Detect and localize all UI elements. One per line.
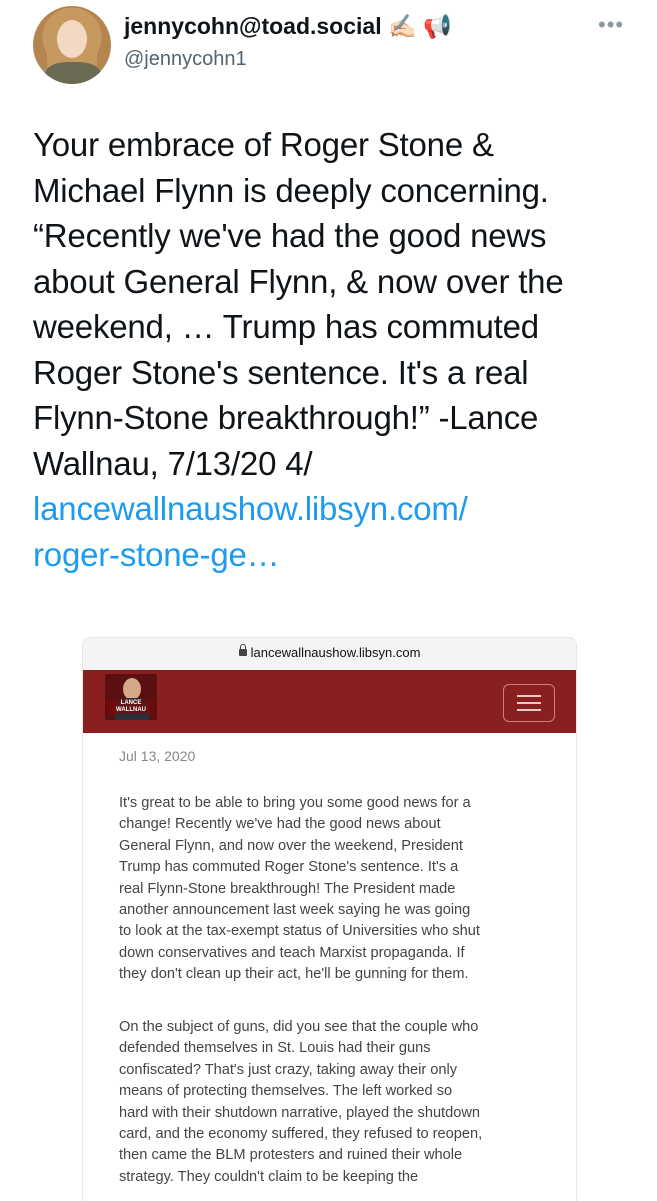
article-line: General Flynn, and now over the weekend,… xyxy=(119,837,463,854)
article-paragraph: It's great to be able to bring you some … xyxy=(119,793,559,986)
article-line: confiscated? That's just crazy, taking a… xyxy=(119,1061,458,1078)
article-line: real Flynn-Stone breakthrough! The Presi… xyxy=(119,880,456,897)
tweet-line: Flynn-Stone breakthrough!” -Lance xyxy=(33,399,539,436)
tweet-line: “Recently we've had the good news xyxy=(33,217,547,254)
article-line: defended themselves in St. Louis had the… xyxy=(119,1040,431,1057)
ellipsis-icon[interactable]: ••• xyxy=(598,12,624,38)
tweet-line: weekend, … Trump has commuted xyxy=(33,308,539,345)
lock-icon xyxy=(238,644,247,657)
article-line: means of protecting themselves. The left… xyxy=(119,1083,453,1100)
tweet-line: about General Flynn, & now over the xyxy=(33,262,564,300)
article-line: to look at the tax-exempt status of Univ… xyxy=(119,923,480,940)
article-line: change! Recently we've had the good news… xyxy=(119,816,441,833)
logo-text: LANCE WALLNAU xyxy=(107,700,155,714)
article-line: card, and the economy suffered, they ref… xyxy=(119,1126,483,1143)
tweet-text: Your embrace of Roger Stone & Michael Fl… xyxy=(33,122,643,577)
site-banner: LANCE WALLNAU xyxy=(83,670,576,733)
avatar[interactable] xyxy=(33,6,111,84)
tweet-line: Your embrace of Roger Stone & xyxy=(33,126,494,163)
avatar-shirt xyxy=(45,62,101,84)
tweet-line: Michael Flynn is deeply concerning. xyxy=(33,171,549,209)
post-date: Jul 13, 2020 xyxy=(119,748,196,764)
logo-person-head xyxy=(123,678,141,700)
article-line: Trump has commuted Roger Stone's sentenc… xyxy=(119,859,459,876)
attached-screenshot[interactable]: lancewallnaushow.libsyn.com LANCE WALLNA… xyxy=(82,637,577,1201)
article-line: On the subject of guns, did you see that… xyxy=(119,1019,479,1035)
url-text: lancewallnaushow.libsyn.com xyxy=(250,645,421,660)
tweet-line: Roger Stone's sentence. It's a real xyxy=(33,353,529,391)
tweet-link[interactable]: lancewallnaushow.libsyn.com/ xyxy=(33,486,643,532)
article-line: hard with their shutdown narrative, play… xyxy=(119,1104,481,1121)
article-line: then came the BLM protesters and ruined … xyxy=(119,1147,463,1164)
user-handle[interactable]: @jennycohn1 xyxy=(124,48,247,71)
avatar-face xyxy=(57,20,87,58)
article-line: down conservatives and teach Marxist pro… xyxy=(119,944,465,961)
article-line: It's great to be able to bring you some … xyxy=(119,795,471,811)
url-bar: lancewallnaushow.libsyn.com xyxy=(83,638,576,670)
article-paragraph: On the subject of guns, did you see that… xyxy=(119,1017,559,1188)
show-logo: LANCE WALLNAU xyxy=(105,674,157,720)
article-line: another announcement last week saying he… xyxy=(119,902,471,919)
tweet-line: Wallnau, 7/13/20 4/ xyxy=(33,444,313,482)
article-line: strategy. They couldn't claim to be keep… xyxy=(119,1168,419,1185)
article-line: they don't clean up their act, he'll be … xyxy=(119,966,469,983)
tweet-link[interactable]: roger-stone-ge… xyxy=(33,532,643,578)
hamburger-menu-icon xyxy=(503,684,555,722)
display-name[interactable]: jennycohn@toad.social ✍🏻 📢 xyxy=(124,13,452,40)
